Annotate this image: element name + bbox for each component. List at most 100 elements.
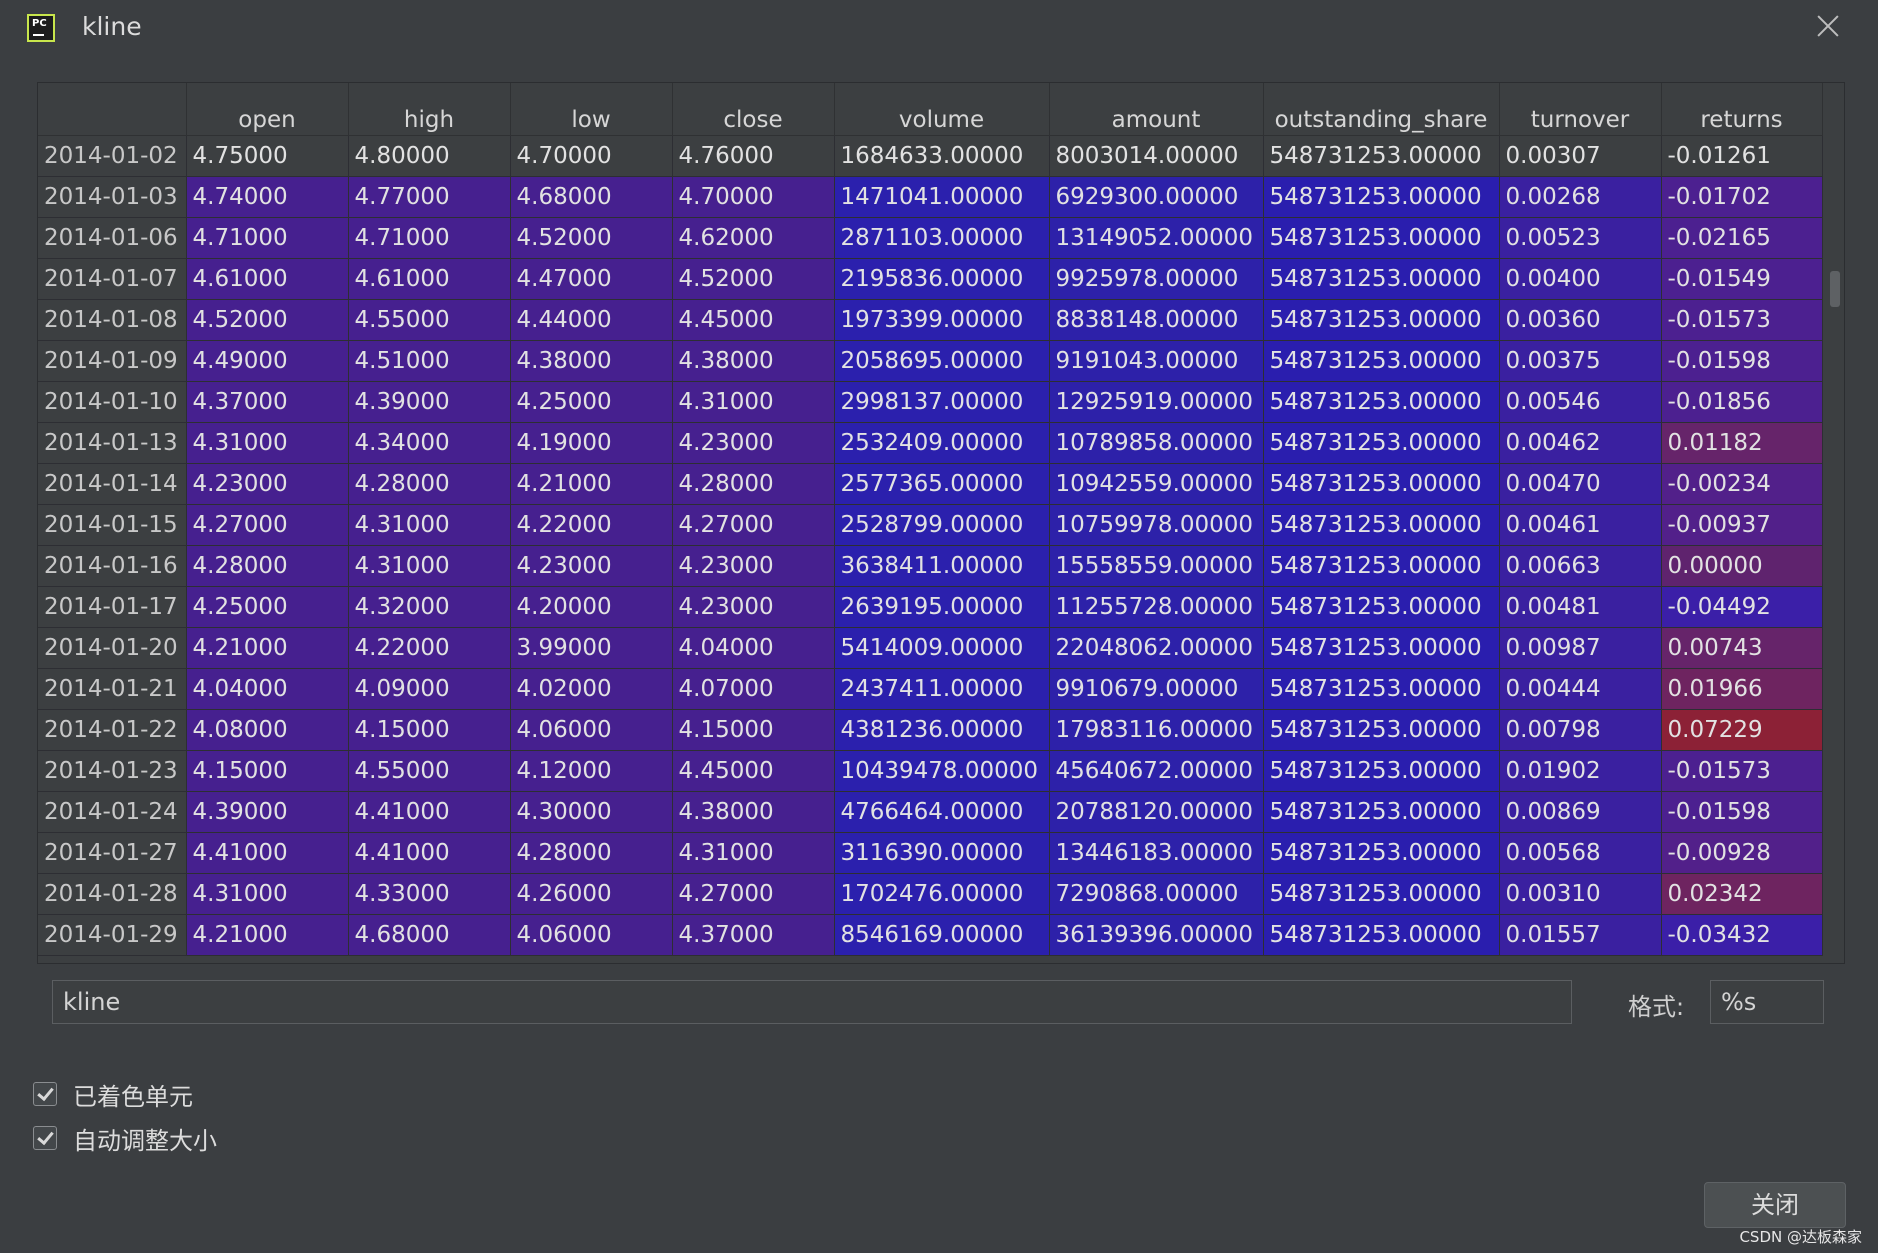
cell-outstanding-share[interactable]: 548731253.00000 (1263, 709, 1500, 751)
cell-turnover[interactable]: 0.00310 (1499, 873, 1662, 915)
row-index-cell[interactable]: 2014-01-20 (38, 627, 187, 669)
cell-volume[interactable]: 2998137.00000 (834, 381, 1050, 423)
cell-outstanding-share[interactable]: 548731253.00000 (1263, 627, 1500, 669)
cell-low[interactable]: 4.23000 (510, 545, 673, 587)
cell-volume[interactable]: 2195836.00000 (834, 258, 1050, 300)
colored-cells-checkbox[interactable] (33, 1082, 57, 1106)
cell-volume[interactable]: 5414009.00000 (834, 627, 1050, 669)
cell-low[interactable]: 4.19000 (510, 422, 673, 464)
cell-high[interactable]: 4.55000 (348, 299, 511, 341)
cell-close[interactable]: 4.23000 (672, 586, 835, 628)
cell-volume[interactable]: 1973399.00000 (834, 299, 1050, 341)
auto-resize-checkbox[interactable] (33, 1126, 57, 1150)
cell-close[interactable]: 4.45000 (672, 299, 835, 341)
data-table[interactable]: open high low close volume amount outstanding_… (38, 83, 1823, 956)
cell-volume[interactable]: 4766464.00000 (834, 791, 1050, 833)
cell-returns[interactable]: 0.00743 (1661, 627, 1823, 669)
cell-turnover[interactable]: 0.00470 (1499, 463, 1662, 505)
cell-returns[interactable]: 0.02342 (1661, 873, 1823, 915)
cell-low[interactable]: 4.22000 (510, 504, 673, 546)
table-row[interactable]: 2014-01-09 4.49000 4.51000 4.38000 4.38000 20… (38, 340, 1823, 382)
cell-returns[interactable]: 0.07229 (1661, 709, 1823, 751)
cell-high[interactable]: 4.41000 (348, 791, 511, 833)
cell-open[interactable]: 4.23000 (186, 463, 349, 505)
cell-returns[interactable]: -0.01598 (1661, 340, 1823, 382)
cell-low[interactable]: 4.20000 (510, 586, 673, 628)
cell-amount[interactable]: 36139396.00000 (1049, 914, 1264, 956)
cell-outstanding-share[interactable]: 548731253.00000 (1263, 873, 1500, 915)
format-input[interactable] (1710, 980, 1824, 1024)
row-index-cell[interactable]: 2014-01-21 (38, 668, 187, 710)
table-row[interactable]: 2014-01-22 4.08000 4.15000 4.06000 4.15000 43… (38, 709, 1823, 751)
cell-volume[interactable]: 8546169.00000 (834, 914, 1050, 956)
row-index-cell[interactable]: 2014-01-17 (38, 586, 187, 628)
cell-outstanding-share[interactable]: 548731253.00000 (1263, 504, 1500, 546)
cell-turnover[interactable]: 0.00987 (1499, 627, 1662, 669)
cell-close[interactable]: 4.38000 (672, 791, 835, 833)
cell-open[interactable]: 4.27000 (186, 504, 349, 546)
dataframe-name-field[interactable] (52, 980, 1572, 1024)
table-row[interactable]: 2014-01-06 4.71000 4.71000 4.52000 4.62000 28… (38, 217, 1823, 259)
cell-close[interactable]: 4.31000 (672, 832, 835, 874)
row-index-cell[interactable]: 2014-01-27 (38, 832, 187, 874)
cell-amount[interactable]: 11255728.00000 (1049, 586, 1264, 628)
cell-turnover[interactable]: 0.00462 (1499, 422, 1662, 464)
cell-open[interactable]: 4.71000 (186, 217, 349, 259)
cell-close[interactable]: 4.70000 (672, 176, 835, 218)
cell-amount[interactable]: 10789858.00000 (1049, 422, 1264, 464)
cell-amount[interactable]: 20788120.00000 (1049, 791, 1264, 833)
auto-resize-option[interactable]: 自动调整大小 (33, 1122, 217, 1155)
cell-volume[interactable]: 2058695.00000 (834, 340, 1050, 382)
table-row[interactable]: 2014-01-02 4.75000 4.80000 4.70000 4.76000 16… (38, 135, 1823, 177)
cell-returns[interactable]: -0.01856 (1661, 381, 1823, 423)
cell-returns[interactable]: -0.01261 (1661, 135, 1823, 177)
column-header-high[interactable]: high (348, 83, 511, 136)
table-row[interactable]: 2014-01-24 4.39000 4.41000 4.30000 4.38000 47… (38, 791, 1823, 833)
cell-low[interactable]: 4.12000 (510, 750, 673, 792)
cell-open[interactable]: 4.15000 (186, 750, 349, 792)
close-button[interactable]: 关闭 (1704, 1182, 1846, 1228)
cell-outstanding-share[interactable]: 548731253.00000 (1263, 586, 1500, 628)
cell-volume[interactable]: 1702476.00000 (834, 873, 1050, 915)
cell-open[interactable]: 4.52000 (186, 299, 349, 341)
column-header-volume[interactable]: volume (834, 83, 1050, 136)
cell-volume[interactable]: 2528799.00000 (834, 504, 1050, 546)
column-header-outstanding-share[interactable]: outstanding_share (1263, 83, 1500, 136)
cell-returns[interactable]: -0.04492 (1661, 586, 1823, 628)
cell-outstanding-share[interactable]: 548731253.00000 (1263, 791, 1500, 833)
table-row[interactable]: 2014-01-14 4.23000 4.28000 4.21000 4.28000 25… (38, 463, 1823, 505)
cell-high[interactable]: 4.55000 (348, 750, 511, 792)
cell-low[interactable]: 4.70000 (510, 135, 673, 177)
cell-turnover[interactable]: 0.00523 (1499, 217, 1662, 259)
row-index-cell[interactable]: 2014-01-02 (38, 135, 187, 177)
cell-amount[interactable]: 13149052.00000 (1049, 217, 1264, 259)
cell-outstanding-share[interactable]: 548731253.00000 (1263, 668, 1500, 710)
row-index-cell[interactable]: 2014-01-08 (38, 299, 187, 341)
table-row[interactable]: 2014-01-03 4.74000 4.77000 4.68000 4.70000 14… (38, 176, 1823, 218)
cell-low[interactable]: 4.30000 (510, 791, 673, 833)
cell-turnover[interactable]: 0.00481 (1499, 586, 1662, 628)
cell-turnover[interactable]: 0.00400 (1499, 258, 1662, 300)
cell-returns[interactable]: -0.00928 (1661, 832, 1823, 874)
cell-high[interactable]: 4.51000 (348, 340, 511, 382)
cell-close[interactable]: 4.23000 (672, 422, 835, 464)
cell-turnover[interactable]: 0.01557 (1499, 914, 1662, 956)
cell-close[interactable]: 4.76000 (672, 135, 835, 177)
cell-volume[interactable]: 2639195.00000 (834, 586, 1050, 628)
cell-amount[interactable]: 9191043.00000 (1049, 340, 1264, 382)
cell-volume[interactable]: 4381236.00000 (834, 709, 1050, 751)
cell-returns[interactable]: -0.01573 (1661, 299, 1823, 341)
table-row[interactable]: 2014-01-21 4.04000 4.09000 4.02000 4.07000 24… (38, 668, 1823, 710)
cell-amount[interactable]: 10759978.00000 (1049, 504, 1264, 546)
column-header-open[interactable]: open (186, 83, 349, 136)
cell-turnover[interactable]: 0.00568 (1499, 832, 1662, 874)
table-row[interactable]: 2014-01-13 4.31000 4.34000 4.19000 4.23000 25… (38, 422, 1823, 464)
cell-outstanding-share[interactable]: 548731253.00000 (1263, 832, 1500, 874)
cell-returns[interactable]: -0.01573 (1661, 750, 1823, 792)
row-index-cell[interactable]: 2014-01-28 (38, 873, 187, 915)
cell-high[interactable]: 4.41000 (348, 832, 511, 874)
cell-turnover[interactable]: 0.00869 (1499, 791, 1662, 833)
cell-turnover[interactable]: 0.01902 (1499, 750, 1662, 792)
cell-returns[interactable]: -0.00234 (1661, 463, 1823, 505)
cell-open[interactable]: 4.41000 (186, 832, 349, 874)
